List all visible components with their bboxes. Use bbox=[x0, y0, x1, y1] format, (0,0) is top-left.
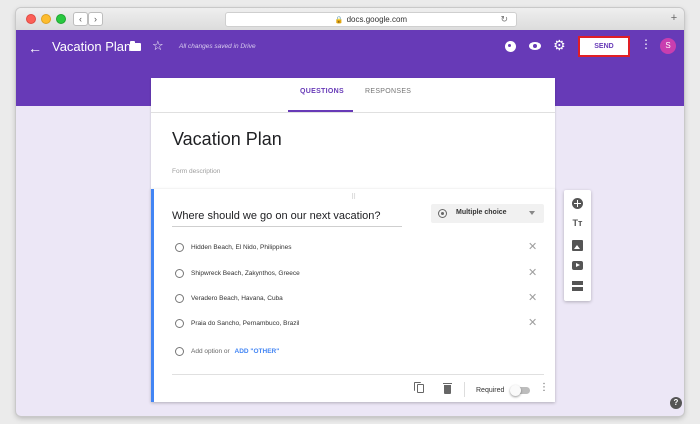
option-row: Hidden Beach, El Nido, Philippines ✕ bbox=[172, 241, 544, 255]
add-or-text: or bbox=[223, 348, 230, 355]
trash-icon[interactable] bbox=[443, 383, 452, 394]
tab-questions[interactable]: QUESTIONS bbox=[300, 88, 344, 95]
browser-titlebar: ‹ › 🔒 docs.google.com ↻ + bbox=[16, 8, 684, 31]
drag-handle-icon[interactable]: ⠿ bbox=[351, 193, 357, 201]
option-radio-icon bbox=[175, 269, 184, 278]
option-text-field[interactable]: Praia do Sancho, Pernambuco, Brazil bbox=[191, 320, 299, 327]
question-type-label: Multiple choice bbox=[456, 209, 507, 216]
add-other-link[interactable]: ADD "OTHER" bbox=[235, 348, 280, 355]
option-text-field[interactable]: Veradero Beach, Havana, Cuba bbox=[191, 295, 283, 302]
address-bar[interactable]: 🔒 docs.google.com ↻ bbox=[225, 12, 517, 27]
document-title[interactable]: Vacation Plan bbox=[52, 39, 131, 54]
minimize-window-button[interactable] bbox=[41, 14, 51, 24]
url-text: docs.google.com bbox=[346, 15, 408, 24]
required-toggle[interactable] bbox=[510, 385, 530, 396]
option-radio-icon bbox=[175, 347, 184, 356]
close-window-button[interactable] bbox=[26, 14, 36, 24]
active-tab-indicator bbox=[288, 110, 353, 112]
save-status: All changes saved in Drive bbox=[179, 43, 256, 50]
remove-option-icon[interactable]: ✕ bbox=[528, 292, 537, 305]
question-type-dropdown[interactable]: Multiple choice bbox=[431, 204, 544, 223]
maximize-window-button[interactable] bbox=[56, 14, 66, 24]
radio-button-icon bbox=[438, 209, 447, 218]
question-card[interactable]: ⠿ Where should we go on our next vacatio… bbox=[151, 189, 555, 402]
option-text-field[interactable]: Shipwreck Beach, Zakynthos, Greece bbox=[191, 270, 300, 277]
lock-icon: 🔒 bbox=[334, 17, 344, 24]
required-label: Required bbox=[476, 387, 505, 394]
side-tool-panel: Tт bbox=[564, 190, 591, 301]
browser-window: ‹ › 🔒 docs.google.com ↻ + ← Vacation Plan… bbox=[16, 8, 684, 416]
question-title-underline bbox=[172, 226, 402, 227]
toggle-knob bbox=[510, 385, 521, 396]
question-title-field[interactable]: Where should we go on our next vacation? bbox=[172, 210, 381, 222]
form-header-card: QUESTIONS RESPONSES Vacation Plan Form d… bbox=[151, 78, 555, 190]
add-option-row: Add option or ADD "OTHER" bbox=[172, 345, 472, 359]
option-radio-icon bbox=[175, 319, 184, 328]
palette-icon[interactable] bbox=[505, 41, 516, 52]
option-radio-icon bbox=[175, 294, 184, 303]
add-question-icon[interactable] bbox=[572, 198, 583, 209]
option-row: Veradero Beach, Havana, Cuba ✕ bbox=[172, 292, 544, 306]
folder-icon[interactable] bbox=[130, 41, 141, 51]
gear-icon[interactable]: ⚙ bbox=[553, 38, 566, 52]
question-more-icon[interactable]: ⋮ bbox=[539, 382, 549, 394]
add-video-icon[interactable] bbox=[572, 261, 583, 270]
browser-back-button[interactable]: ‹ bbox=[73, 12, 88, 26]
option-row: Praia do Sancho, Pernambuco, Brazil ✕ bbox=[172, 317, 544, 331]
reload-icon[interactable]: ↻ bbox=[500, 13, 508, 26]
tab-responses[interactable]: RESPONSES bbox=[365, 88, 411, 95]
duplicate-icon[interactable] bbox=[414, 382, 424, 393]
remove-option-icon[interactable]: ✕ bbox=[528, 241, 537, 254]
footer-vertical-divider bbox=[464, 382, 465, 397]
add-section-icon[interactable] bbox=[572, 281, 583, 291]
option-row: Shipwreck Beach, Zakynthos, Greece ✕ bbox=[172, 267, 544, 281]
new-tab-button[interactable]: + bbox=[668, 12, 680, 24]
chevron-down-icon bbox=[529, 211, 535, 215]
add-option-link[interactable]: Add option bbox=[191, 348, 222, 355]
send-button[interactable]: SEND bbox=[581, 39, 627, 54]
form-description-field[interactable]: Form description bbox=[172, 168, 220, 175]
send-highlight-frame: SEND bbox=[578, 36, 630, 57]
star-icon[interactable]: ☆ bbox=[152, 38, 164, 54]
form-tabs: QUESTIONS RESPONSES bbox=[151, 78, 555, 113]
help-icon[interactable]: ? bbox=[670, 397, 682, 409]
back-arrow-icon[interactable]: ← bbox=[28, 40, 42, 56]
add-image-icon[interactable] bbox=[572, 240, 583, 251]
more-vert-icon[interactable]: ⋮ bbox=[640, 38, 652, 50]
preview-eye-icon[interactable] bbox=[529, 42, 541, 50]
add-option-label: Add option or ADD "OTHER" bbox=[191, 348, 279, 355]
remove-option-icon[interactable]: ✕ bbox=[528, 267, 537, 280]
form-title[interactable]: Vacation Plan bbox=[172, 129, 282, 150]
remove-option-icon[interactable]: ✕ bbox=[528, 317, 537, 330]
option-radio-icon bbox=[175, 243, 184, 252]
add-title-icon[interactable]: Tт bbox=[572, 218, 583, 229]
avatar[interactable]: S bbox=[660, 38, 676, 54]
question-footer-divider bbox=[172, 374, 544, 375]
option-text-field[interactable]: Hidden Beach, El Nido, Philippines bbox=[191, 244, 291, 251]
browser-forward-button[interactable]: › bbox=[88, 12, 103, 26]
